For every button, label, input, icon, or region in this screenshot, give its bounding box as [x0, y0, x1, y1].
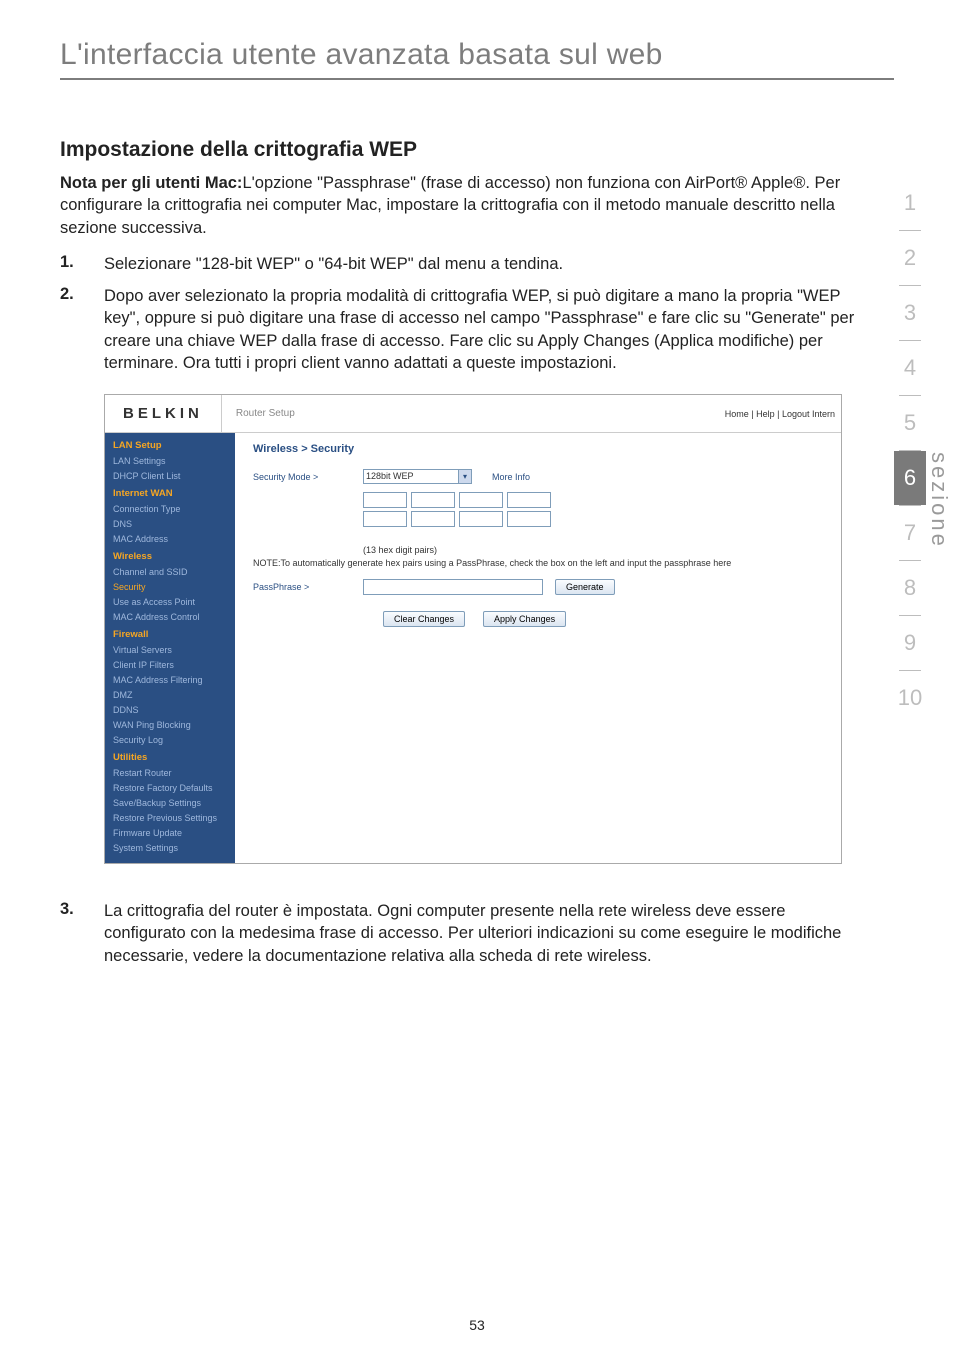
wep-key-input[interactable]: [507, 492, 551, 508]
router-main: Wireless > Security Security Mode > 128b…: [235, 433, 841, 863]
passphrase-input[interactable]: [363, 579, 543, 595]
router-screenshot: BELKIN Router Setup Home | Help | Logout…: [104, 394, 842, 864]
sidebar-item[interactable]: Restart Router: [113, 767, 229, 780]
router-breadcrumb: Wireless > Security: [253, 443, 827, 455]
step-text: La crittografia del router è impostata. …: [104, 900, 864, 967]
section-tab[interactable]: 6: [894, 451, 926, 505]
sezione-label: sezione: [926, 452, 952, 549]
sidebar-item[interactable]: Connection Type: [113, 503, 229, 516]
step-number: 3.: [60, 900, 104, 919]
section-tab[interactable]: 2: [894, 231, 926, 285]
sidebar-item[interactable]: DMZ: [113, 689, 229, 702]
wep-key-inputs-row1: [363, 492, 827, 508]
sidebar-heading: Wireless: [113, 550, 229, 564]
step-number: 2.: [60, 285, 104, 304]
sidebar-item[interactable]: Use as Access Point: [113, 596, 229, 609]
sidebar-item[interactable]: Save/Backup Settings: [113, 797, 229, 810]
sidebar-item[interactable]: LAN Settings: [113, 455, 229, 468]
wep-key-input[interactable]: [459, 492, 503, 508]
sidebar-item[interactable]: Virtual Servers: [113, 644, 229, 657]
router-header-text: Router Setup: [222, 408, 725, 419]
section-tab[interactable]: 3: [894, 286, 926, 340]
sidebar-item[interactable]: Security: [113, 581, 229, 594]
sidebar-item[interactable]: Firmware Update: [113, 827, 229, 840]
sidebar-item[interactable]: MAC Address Control: [113, 611, 229, 624]
wep-key-input[interactable]: [411, 492, 455, 508]
step-row: 1. Selezionare "128-bit WEP" o "64-bit W…: [60, 253, 864, 275]
router-sidebar: LAN Setup LAN Settings DHCP Client List Int…: [105, 433, 235, 863]
more-info-link[interactable]: More Info: [492, 472, 530, 482]
wep-key-input[interactable]: [459, 511, 503, 527]
section-tab[interactable]: 9: [894, 616, 926, 670]
sidebar-item[interactable]: DNS: [113, 518, 229, 531]
sidebar-heading: Internet WAN: [113, 487, 229, 501]
section-tab[interactable]: 5: [894, 396, 926, 450]
section-tab[interactable]: 10: [894, 671, 926, 725]
sidebar-item[interactable]: DHCP Client List: [113, 470, 229, 483]
section-tab[interactable]: 1: [894, 176, 926, 230]
section-tab[interactable]: 7: [894, 506, 926, 560]
passphrase-note: NOTE:To automatically generate hex pairs…: [253, 557, 827, 569]
security-mode-select[interactable]: 128bit WEP: [363, 469, 459, 484]
router-logo: BELKIN: [105, 395, 222, 432]
wep-key-input[interactable]: [411, 511, 455, 527]
router-header: BELKIN Router Setup Home | Help | Logout…: [105, 395, 841, 433]
section-tab[interactable]: 8: [894, 561, 926, 615]
wep-key-inputs-row2: [363, 511, 827, 527]
generate-button[interactable]: Generate: [555, 579, 615, 595]
header-divider: [60, 78, 894, 80]
page-number: 53: [0, 1317, 954, 1333]
hex-note: (13 hex digit pairs): [363, 545, 827, 555]
section-heading: Impostazione della crittografia WEP: [60, 138, 864, 162]
sidebar-heading: Firewall: [113, 628, 229, 642]
wep-key-input[interactable]: [507, 511, 551, 527]
section-tabs: 12345678910: [894, 176, 926, 725]
sidebar-item[interactable]: MAC Address Filtering: [113, 674, 229, 687]
router-header-links[interactable]: Home | Help | Logout Intern: [725, 409, 841, 419]
wep-key-input[interactable]: [363, 492, 407, 508]
sidebar-item[interactable]: Client IP Filters: [113, 659, 229, 672]
step-text: Dopo aver selezionato la propria modalit…: [104, 285, 864, 374]
sidebar-item[interactable]: DDNS: [113, 704, 229, 717]
sidebar-item[interactable]: Restore Factory Defaults: [113, 782, 229, 795]
step-text: Selezionare "128-bit WEP" o "64-bit WEP"…: [104, 253, 563, 275]
security-mode-label: Security Mode >: [253, 472, 363, 482]
page-title: L'interfaccia utente avanzata basata sul…: [60, 38, 894, 72]
intro-bold: Nota per gli utenti Mac:: [60, 174, 242, 192]
sidebar-heading: LAN Setup: [113, 439, 229, 453]
sidebar-item[interactable]: WAN Ping Blocking: [113, 719, 229, 732]
passphrase-label: PassPhrase >: [253, 582, 363, 592]
sidebar-item[interactable]: Restore Previous Settings: [113, 812, 229, 825]
wep-key-input[interactable]: [363, 511, 407, 527]
chevron-down-icon[interactable]: ▾: [459, 469, 472, 484]
sidebar-heading: Utilities: [113, 751, 229, 765]
step-number: 1.: [60, 253, 104, 272]
apply-changes-button[interactable]: Apply Changes: [483, 611, 566, 627]
intro-paragraph: Nota per gli utenti Mac:L'opzione "Passp…: [60, 172, 864, 239]
sidebar-item[interactable]: Channel and SSID: [113, 566, 229, 579]
step-row: 2. Dopo aver selezionato la propria moda…: [60, 285, 864, 374]
sidebar-item[interactable]: MAC Address: [113, 533, 229, 546]
clear-changes-button[interactable]: Clear Changes: [383, 611, 465, 627]
step-row: 3. La crittografia del router è impostat…: [60, 900, 864, 967]
section-tab[interactable]: 4: [894, 341, 926, 395]
sidebar-item[interactable]: System Settings: [113, 842, 229, 855]
sidebar-item[interactable]: Security Log: [113, 734, 229, 747]
